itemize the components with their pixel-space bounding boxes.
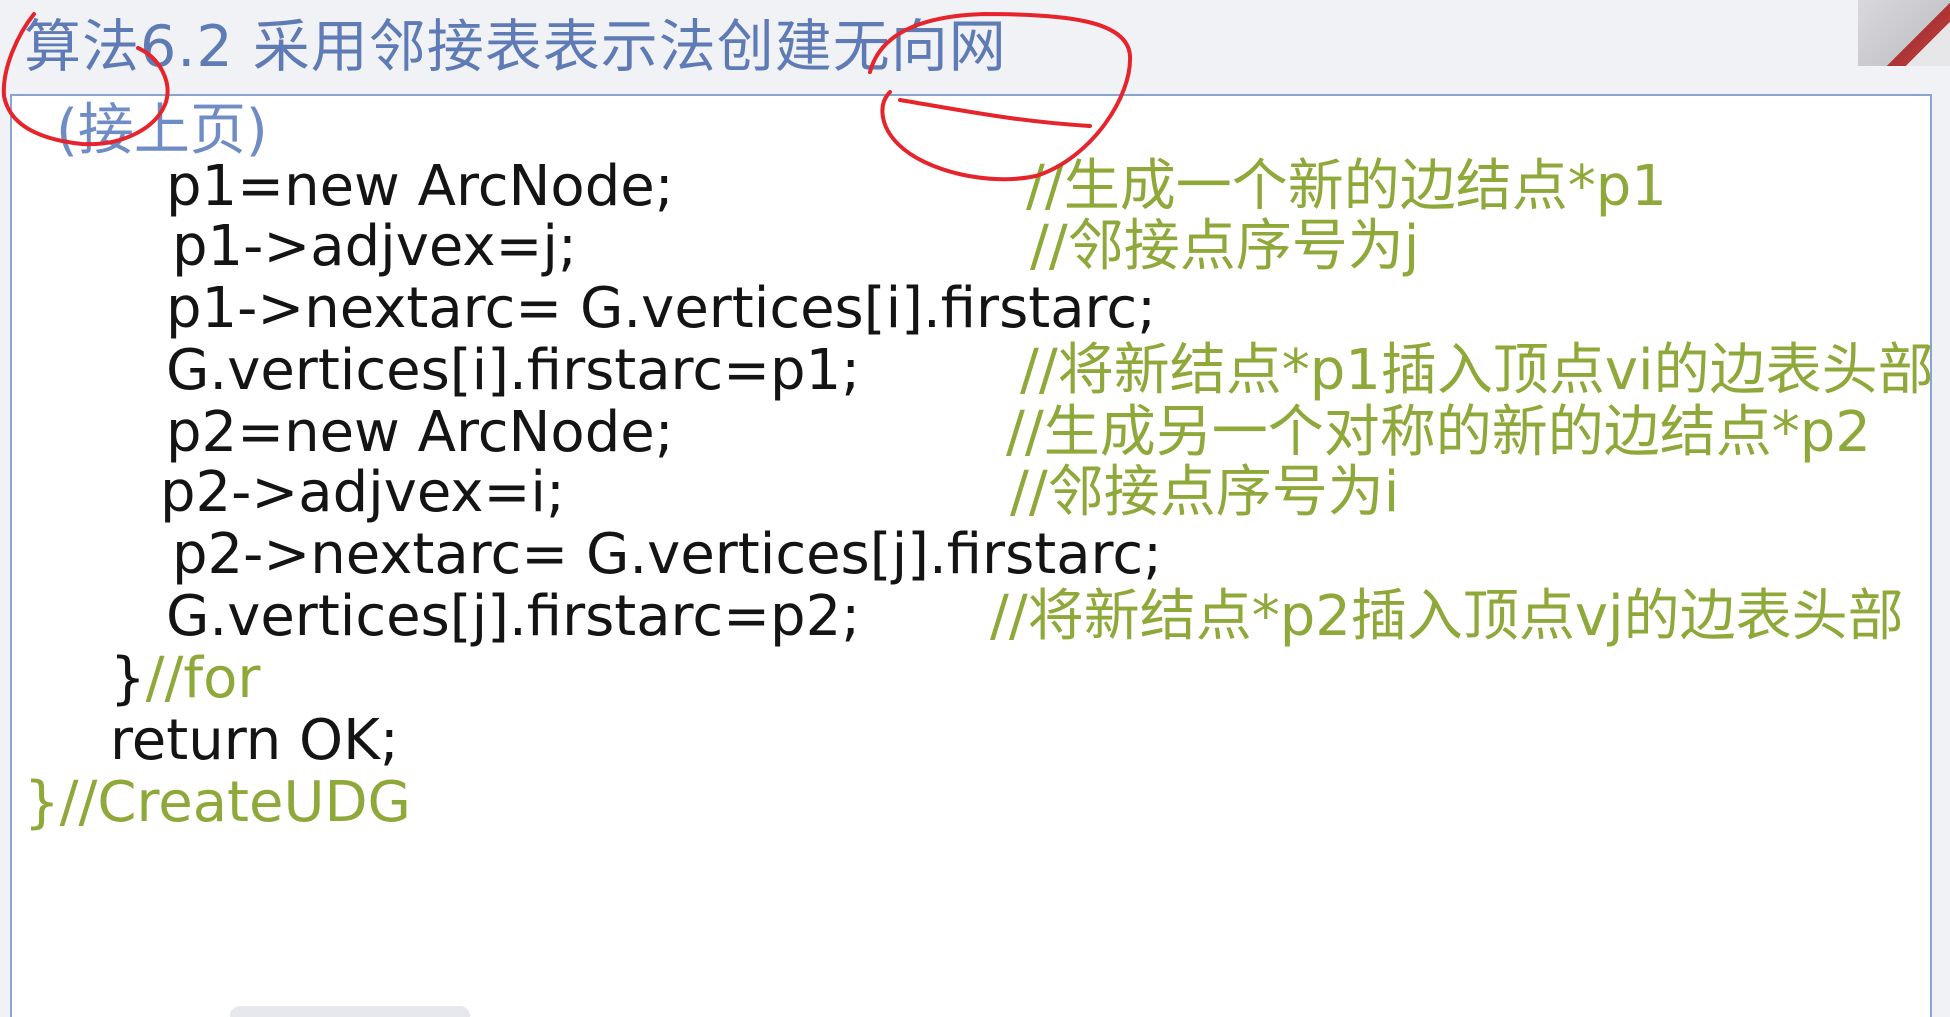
code-comment: //邻接点序号为j xyxy=(1030,214,1420,279)
code-line: G.vertices[j].firstarc=p2; xyxy=(166,582,860,652)
code-line: p2->nextarc= G.vertices[j].firstarc; xyxy=(172,520,1162,590)
code-text: p2->nextarc= G.vertices[j].firstarc; xyxy=(172,522,1162,587)
code-comment: //for xyxy=(145,646,261,711)
code-line: return OK; xyxy=(110,706,399,776)
code-text: G.vertices[i].firstarc=p1; xyxy=(166,338,861,403)
code-text: p2->adjvex=i; xyxy=(160,460,565,525)
code-comment: //将新结点*p2插入顶点vj的边表头部 xyxy=(990,584,1904,649)
code-text: p2=new ArcNode; xyxy=(166,400,674,465)
page-title: 算法6.2 采用邻接表表示法创建无向网 xyxy=(24,14,1007,80)
code-line: p1->nextarc= G.vertices[i].firstarc; xyxy=(166,274,1156,344)
code-text: p1=new ArcNode; xyxy=(166,154,674,219)
code-text: } xyxy=(110,646,146,711)
code-panel: (接上页) p1=new ArcNode; //生成一个新的边结点*p1 p1-… xyxy=(10,94,1934,1017)
bottom-shadow xyxy=(230,1006,470,1017)
code-line: }//for xyxy=(110,644,260,714)
corner-decoration xyxy=(1858,0,1950,66)
code-text: return OK; xyxy=(110,708,399,773)
code-line: p2->adjvex=i; xyxy=(160,458,565,528)
code-text: p1->adjvex=j; xyxy=(172,214,577,279)
slide: 算法6.2 采用邻接表表示法创建无向网 (接上页) p1=new ArcNode… xyxy=(0,0,1950,1017)
code-line: }//CreateUDG xyxy=(24,768,411,838)
code-comment: //邻接点序号为i xyxy=(1010,460,1400,525)
code-comment: //CreateUDG xyxy=(59,770,411,835)
code-line: p1->adjvex=j; xyxy=(172,212,577,282)
code-comment: //将新结点*p1插入顶点vi的边表头部 xyxy=(1020,338,1934,403)
code-text: p1->nextarc= G.vertices[i].firstarc; xyxy=(166,276,1156,341)
code-line: G.vertices[i].firstarc=p1; xyxy=(166,336,860,406)
code-text: } xyxy=(24,770,60,835)
code-text: G.vertices[j].firstarc=p2; xyxy=(166,584,861,649)
